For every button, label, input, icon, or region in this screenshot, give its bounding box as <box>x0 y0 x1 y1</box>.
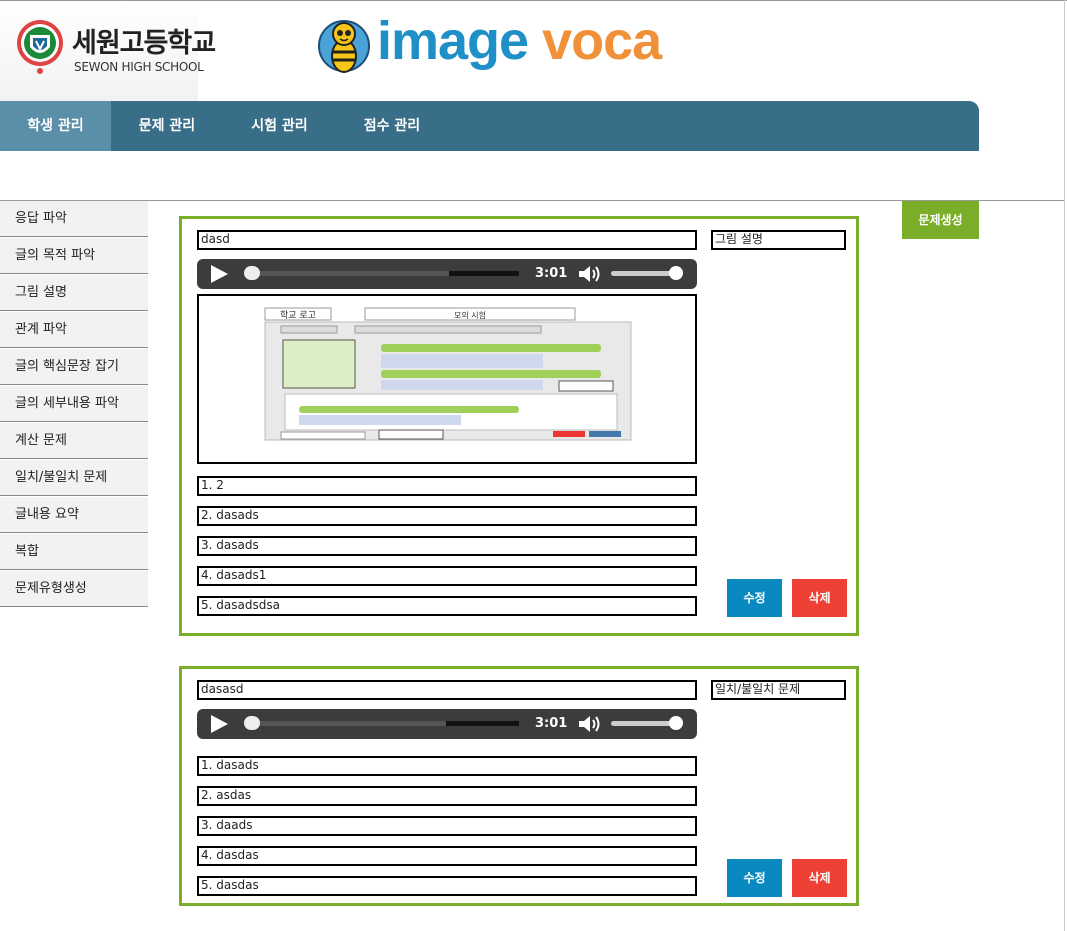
nav-score-management[interactable]: 점수 관리 <box>336 101 448 151</box>
option-field-2[interactable]: 2. asdas <box>197 786 697 806</box>
question-type-field[interactable]: 일치/불일치 문제 <box>711 680 846 700</box>
delete-button[interactable]: 삭제 <box>792 579 847 617</box>
thumbnail-tab-mock-exam: 모의 시험 <box>454 310 486 320</box>
sidebar-item-calculation[interactable]: 계산 문제 <box>0 423 148 459</box>
bee-mascot-icon <box>318 20 370 73</box>
audio-time: 3:01 <box>535 266 568 281</box>
seek-handle[interactable] <box>244 266 260 280</box>
volume-slider[interactable] <box>611 716 683 730</box>
edit-button[interactable]: 수정 <box>727 859 782 897</box>
school-name-english: SEWON HIGH SCHOOL <box>74 60 204 74</box>
sidebar-item-summary[interactable]: 글내용 요약 <box>0 497 148 533</box>
question-title-field[interactable]: dasd <box>197 230 697 250</box>
school-logo[interactable]: 세원고등학교 SEWON HIGH SCHOOL <box>0 1 216 101</box>
sidebar-item-key-sentence[interactable]: 글의 핵심문장 잡기 <box>0 349 148 385</box>
volume-icon[interactable] <box>577 265 603 283</box>
edit-button[interactable]: 수정 <box>727 579 782 617</box>
audio-player: 3:01 <box>197 259 697 289</box>
option-field-5[interactable]: 5. dasdas <box>197 876 697 896</box>
school-seal-icon <box>17 20 63 74</box>
audio-buffer <box>446 721 519 726</box>
option-field-4[interactable]: 4. dasads1 <box>197 566 697 586</box>
option-field-2[interactable]: 2. dasads <box>197 506 697 526</box>
option-field-3[interactable]: 3. daads <box>197 816 697 836</box>
thumbnail-tab-school-logo: 학교 로고 <box>280 310 316 321</box>
nav-exam-management[interactable]: 시험 관리 <box>223 101 336 151</box>
sidebar-item-details[interactable]: 글의 세부내용 파악 <box>0 386 148 422</box>
school-name-korean: 세원고등학교 <box>72 28 216 59</box>
question-card: dasd 그림 설명 3:01 학교 로고 모의 시험 1. 2 2. dasa… <box>179 216 859 636</box>
audio-seek-bar[interactable] <box>244 716 519 730</box>
play-icon[interactable] <box>211 715 228 733</box>
audio-player: 3:01 <box>197 709 697 739</box>
brand-word-image: image <box>377 11 529 71</box>
question-title-field[interactable]: dasasd <box>197 680 697 700</box>
option-field-4[interactable]: 4. dasdas <box>197 846 697 866</box>
volume-slider[interactable] <box>611 266 683 280</box>
image-voca-logo: image voca <box>377 11 662 71</box>
question-type-field[interactable]: 그림 설명 <box>711 230 846 250</box>
volume-icon[interactable] <box>577 715 603 733</box>
scrollbar-gutter <box>1064 0 1065 931</box>
sidebar-item-match[interactable]: 일치/불일치 문제 <box>0 460 148 496</box>
app-screenshot-thumbnail: 학교 로고 모의 시험 <box>264 307 632 441</box>
volume-handle[interactable] <box>669 266 683 280</box>
option-field-3[interactable]: 3. dasads <box>197 536 697 556</box>
volume-handle[interactable] <box>669 716 683 730</box>
sidebar-item-relationship[interactable]: 관계 파악 <box>0 312 148 348</box>
option-field-5[interactable]: 5. dasadsdsa <box>197 596 697 616</box>
main-nav: 학생 관리 문제 관리 시험 관리 점수 관리 <box>0 101 979 151</box>
nav-student-management[interactable]: 학생 관리 <box>0 101 111 151</box>
seek-handle[interactable] <box>244 716 260 730</box>
nav-question-management[interactable]: 문제 관리 <box>111 101 223 151</box>
question-image: 학교 로고 모의 시험 <box>197 294 697 464</box>
sidebar-item-complex[interactable]: 복합 <box>0 534 148 570</box>
option-field-1[interactable]: 1. 2 <box>197 476 697 496</box>
create-question-button[interactable]: 문제생성 <box>902 201 979 239</box>
audio-buffer <box>449 271 519 276</box>
sidebar-item-picture-description[interactable]: 그림 설명 <box>0 275 148 311</box>
sidebar-item-create-type[interactable]: 문제유형생성 <box>0 571 148 607</box>
option-field-1[interactable]: 1. dasads <box>197 756 697 776</box>
brand-word-voca: voca <box>542 11 662 71</box>
audio-seek-bar[interactable] <box>244 266 519 280</box>
audio-time: 3:01 <box>535 716 568 731</box>
delete-button[interactable]: 삭제 <box>792 859 847 897</box>
play-icon[interactable] <box>211 265 228 283</box>
question-card: dasasd 일치/불일치 문제 3:01 1. dasads 2. asdas… <box>179 666 859 906</box>
sidebar-item-response[interactable]: 응답 파악 <box>0 201 148 237</box>
sidebar-item-purpose[interactable]: 글의 목적 파악 <box>0 238 148 274</box>
